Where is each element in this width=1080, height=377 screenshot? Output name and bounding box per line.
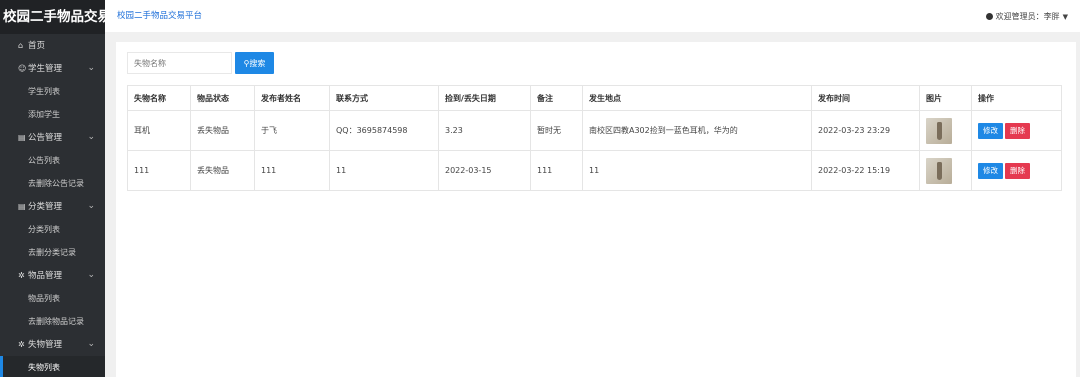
cell-status: 丢失物品: [190, 110, 255, 151]
main-panel: ⚲搜索 失物名称 物品状态 发布者姓名 联系方式 捡到/丢失日期 备注 发生地点…: [116, 42, 1076, 377]
breadcrumb[interactable]: 校园二手物品交易平台: [117, 9, 202, 21]
lost-items-table: 失物名称 物品状态 发布者姓名 联系方式 捡到/丢失日期 备注 发生地点 发布时…: [127, 85, 1062, 191]
sidebar: 校园二手物品交易 ⌂ 首页 ☺ 学生管理 ⌄ 学生列表 添加学生 ▤ 公告管理 ⌄ 公告列…: [0, 0, 105, 377]
column-header: 捡到/丢失日期: [438, 85, 531, 111]
cell-place: 11: [582, 150, 812, 191]
sidebar-item-item-list[interactable]: 物品列表: [0, 287, 105, 310]
user-greeting: 欢迎管理员：李胖: [995, 12, 1060, 21]
delete-button[interactable]: 删除: [1005, 122, 1030, 139]
sidebar-item-item-deleted[interactable]: 去删除物品记录: [0, 310, 105, 333]
gear-icon: ✲: [18, 340, 25, 349]
sidebar-group-items[interactable]: ✲ 物品管理 ⌄: [0, 264, 105, 287]
edit-button[interactable]: 修改: [978, 122, 1003, 139]
sidebar-group-students[interactable]: ☺ 学生管理 ⌄: [0, 57, 105, 80]
sidebar-item-category-list[interactable]: 分类列表: [0, 218, 105, 241]
chevron-down-icon: ⌄: [87, 339, 95, 349]
search-input[interactable]: [127, 52, 232, 74]
document-icon: ▤: [18, 133, 26, 142]
sidebar-group-categories[interactable]: ▤ 分类管理 ⌄: [0, 195, 105, 218]
item-thumbnail[interactable]: [926, 117, 952, 144]
column-header: 发布时间: [811, 85, 920, 111]
sidebar-group-label: 分类管理: [28, 202, 63, 212]
cell-image: [919, 150, 972, 191]
cell-name: 耳机: [127, 110, 191, 151]
column-header: 物品状态: [190, 85, 255, 111]
cell-image: [919, 110, 972, 151]
column-header: 操作: [971, 85, 1062, 111]
sidebar-group-label: 公告管理: [28, 133, 63, 143]
user-icon: [985, 13, 993, 20]
cell-actions: 修改 删除: [971, 110, 1062, 151]
edit-button[interactable]: 修改: [978, 162, 1003, 179]
sidebar-group-label: 学生管理: [28, 64, 63, 74]
gear-icon: ✲: [18, 271, 25, 280]
home-icon: ⌂: [18, 41, 24, 50]
user-menu[interactable]: 欢迎管理员：李胖 ▼: [985, 11, 1068, 22]
cell-note: 111: [530, 150, 583, 191]
cell-place: 南校区四教A302捡到一蓝色耳机，华为的: [582, 110, 812, 151]
cell-name: 111: [127, 150, 191, 191]
table-row: 耳机 丢失物品 于飞 QQ：3695874598 3.23 暂时无 南校区四教A…: [127, 110, 1062, 151]
table-header-row: 失物名称 物品状态 发布者姓名 联系方式 捡到/丢失日期 备注 发生地点 发布时…: [127, 85, 1062, 111]
search-button-label: 搜索: [249, 58, 266, 68]
cell-date: 2022-03-15: [438, 150, 531, 191]
cell-publisher: 111: [254, 150, 330, 191]
caret-down-icon: ▼: [1062, 13, 1068, 21]
sidebar-group-label: 失物管理: [28, 340, 63, 350]
cell-status: 丢失物品: [190, 150, 255, 191]
app-brand: 校园二手物品交易: [0, 0, 105, 34]
delete-button[interactable]: 删除: [1005, 162, 1030, 179]
cell-publisher: 于飞: [254, 110, 330, 151]
cell-contact: 11: [329, 150, 439, 191]
sidebar-item-notice-deleted[interactable]: 去删除公告记录: [0, 172, 105, 195]
cell-actions: 修改 删除: [971, 150, 1062, 191]
table-row: 111 丢失物品 111 11 2022-03-15 111 11 2022-0…: [127, 150, 1062, 191]
column-header: 发布者姓名: [254, 85, 330, 111]
chevron-down-icon: ⌄: [87, 270, 95, 280]
chevron-down-icon: ⌄: [87, 132, 95, 142]
cell-date: 3.23: [438, 110, 531, 151]
sidebar-item-category-deleted[interactable]: 去删分类记录: [0, 241, 105, 264]
sidebar-item-lost-list[interactable]: 失物列表: [0, 356, 105, 377]
sidebar-item-label: 首页: [28, 41, 46, 51]
top-bar: 校园二手物品交易平台 欢迎管理员：李胖 ▼: [105, 0, 1080, 32]
column-header: 备注: [530, 85, 583, 111]
cell-time: 2022-03-22 15:19: [811, 150, 920, 191]
sidebar-group-label: 物品管理: [28, 271, 63, 281]
users-icon: ☺: [18, 64, 27, 73]
column-header: 失物名称: [127, 85, 191, 111]
sidebar-group-lost[interactable]: ✲ 失物管理 ⌄: [0, 333, 105, 356]
column-header: 联系方式: [329, 85, 439, 111]
sidebar-group-notices[interactable]: ▤ 公告管理 ⌄: [0, 126, 105, 149]
sidebar-item-student-list[interactable]: 学生列表: [0, 80, 105, 103]
item-thumbnail[interactable]: [926, 157, 952, 184]
sidebar-item-add-student[interactable]: 添加学生: [0, 103, 105, 126]
column-header: 发生地点: [582, 85, 812, 111]
document-icon: ▤: [18, 202, 26, 211]
sidebar-item-notice-list[interactable]: 公告列表: [0, 149, 105, 172]
cell-time: 2022-03-23 23:29: [811, 110, 920, 151]
search-button[interactable]: ⚲搜索: [235, 52, 274, 74]
chevron-down-icon: ⌄: [87, 201, 95, 211]
sidebar-item-home[interactable]: ⌂ 首页: [0, 34, 105, 57]
cell-contact: QQ：3695874598: [329, 110, 439, 151]
chevron-down-icon: ⌄: [87, 63, 95, 73]
column-header: 图片: [919, 85, 972, 111]
cell-note: 暂时无: [530, 110, 583, 151]
